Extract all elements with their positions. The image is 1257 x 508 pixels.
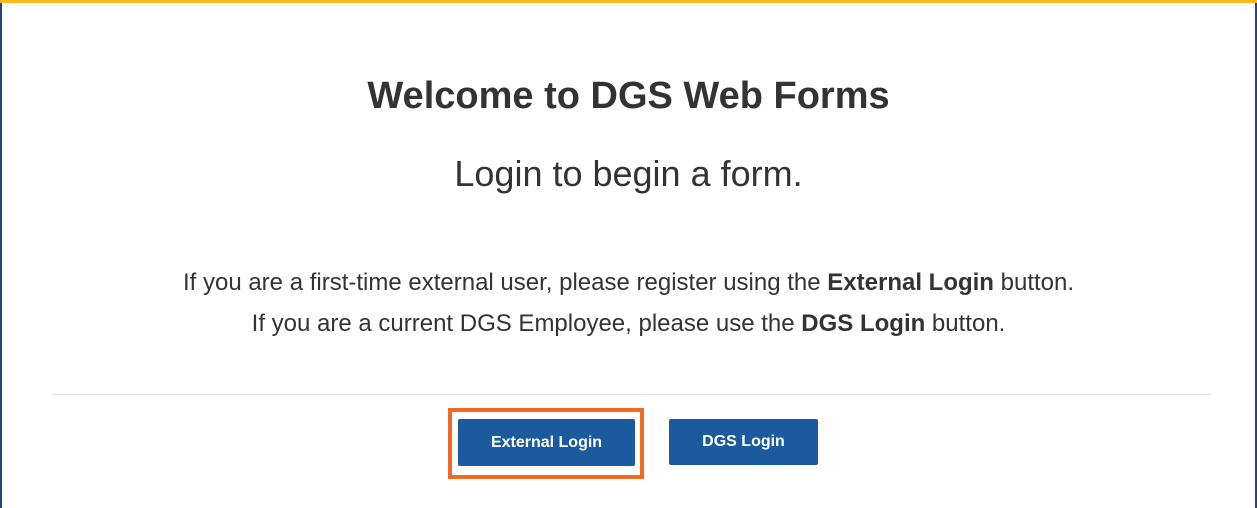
dgs-login-button[interactable]: DGS Login <box>669 419 818 465</box>
section-divider <box>52 394 1211 395</box>
page-title: Welcome to DGS Web Forms <box>367 75 890 117</box>
instruction-emphasis: External Login <box>827 269 994 296</box>
instruction-emphasis: DGS Login <box>801 310 926 337</box>
instruction-line-external: If you are a first-time external user, p… <box>2 262 1255 303</box>
login-instructions: If you are a first-time external user, p… <box>2 262 1255 344</box>
external-login-button[interactable]: External Login <box>458 419 635 466</box>
login-panel: Welcome to DGS Web Forms Login to begin … <box>0 0 1257 508</box>
instruction-text: button. <box>993 269 1075 296</box>
instruction-text: button. <box>925 310 1006 337</box>
instruction-text: If you are a current DGS Employee, pleas… <box>251 310 802 337</box>
instruction-text: If you are a first-time external user, p… <box>182 269 828 296</box>
page-subtitle: Login to begin a form. <box>454 153 803 194</box>
instruction-line-employee: If you are a current DGS Employee, pleas… <box>2 303 1255 344</box>
